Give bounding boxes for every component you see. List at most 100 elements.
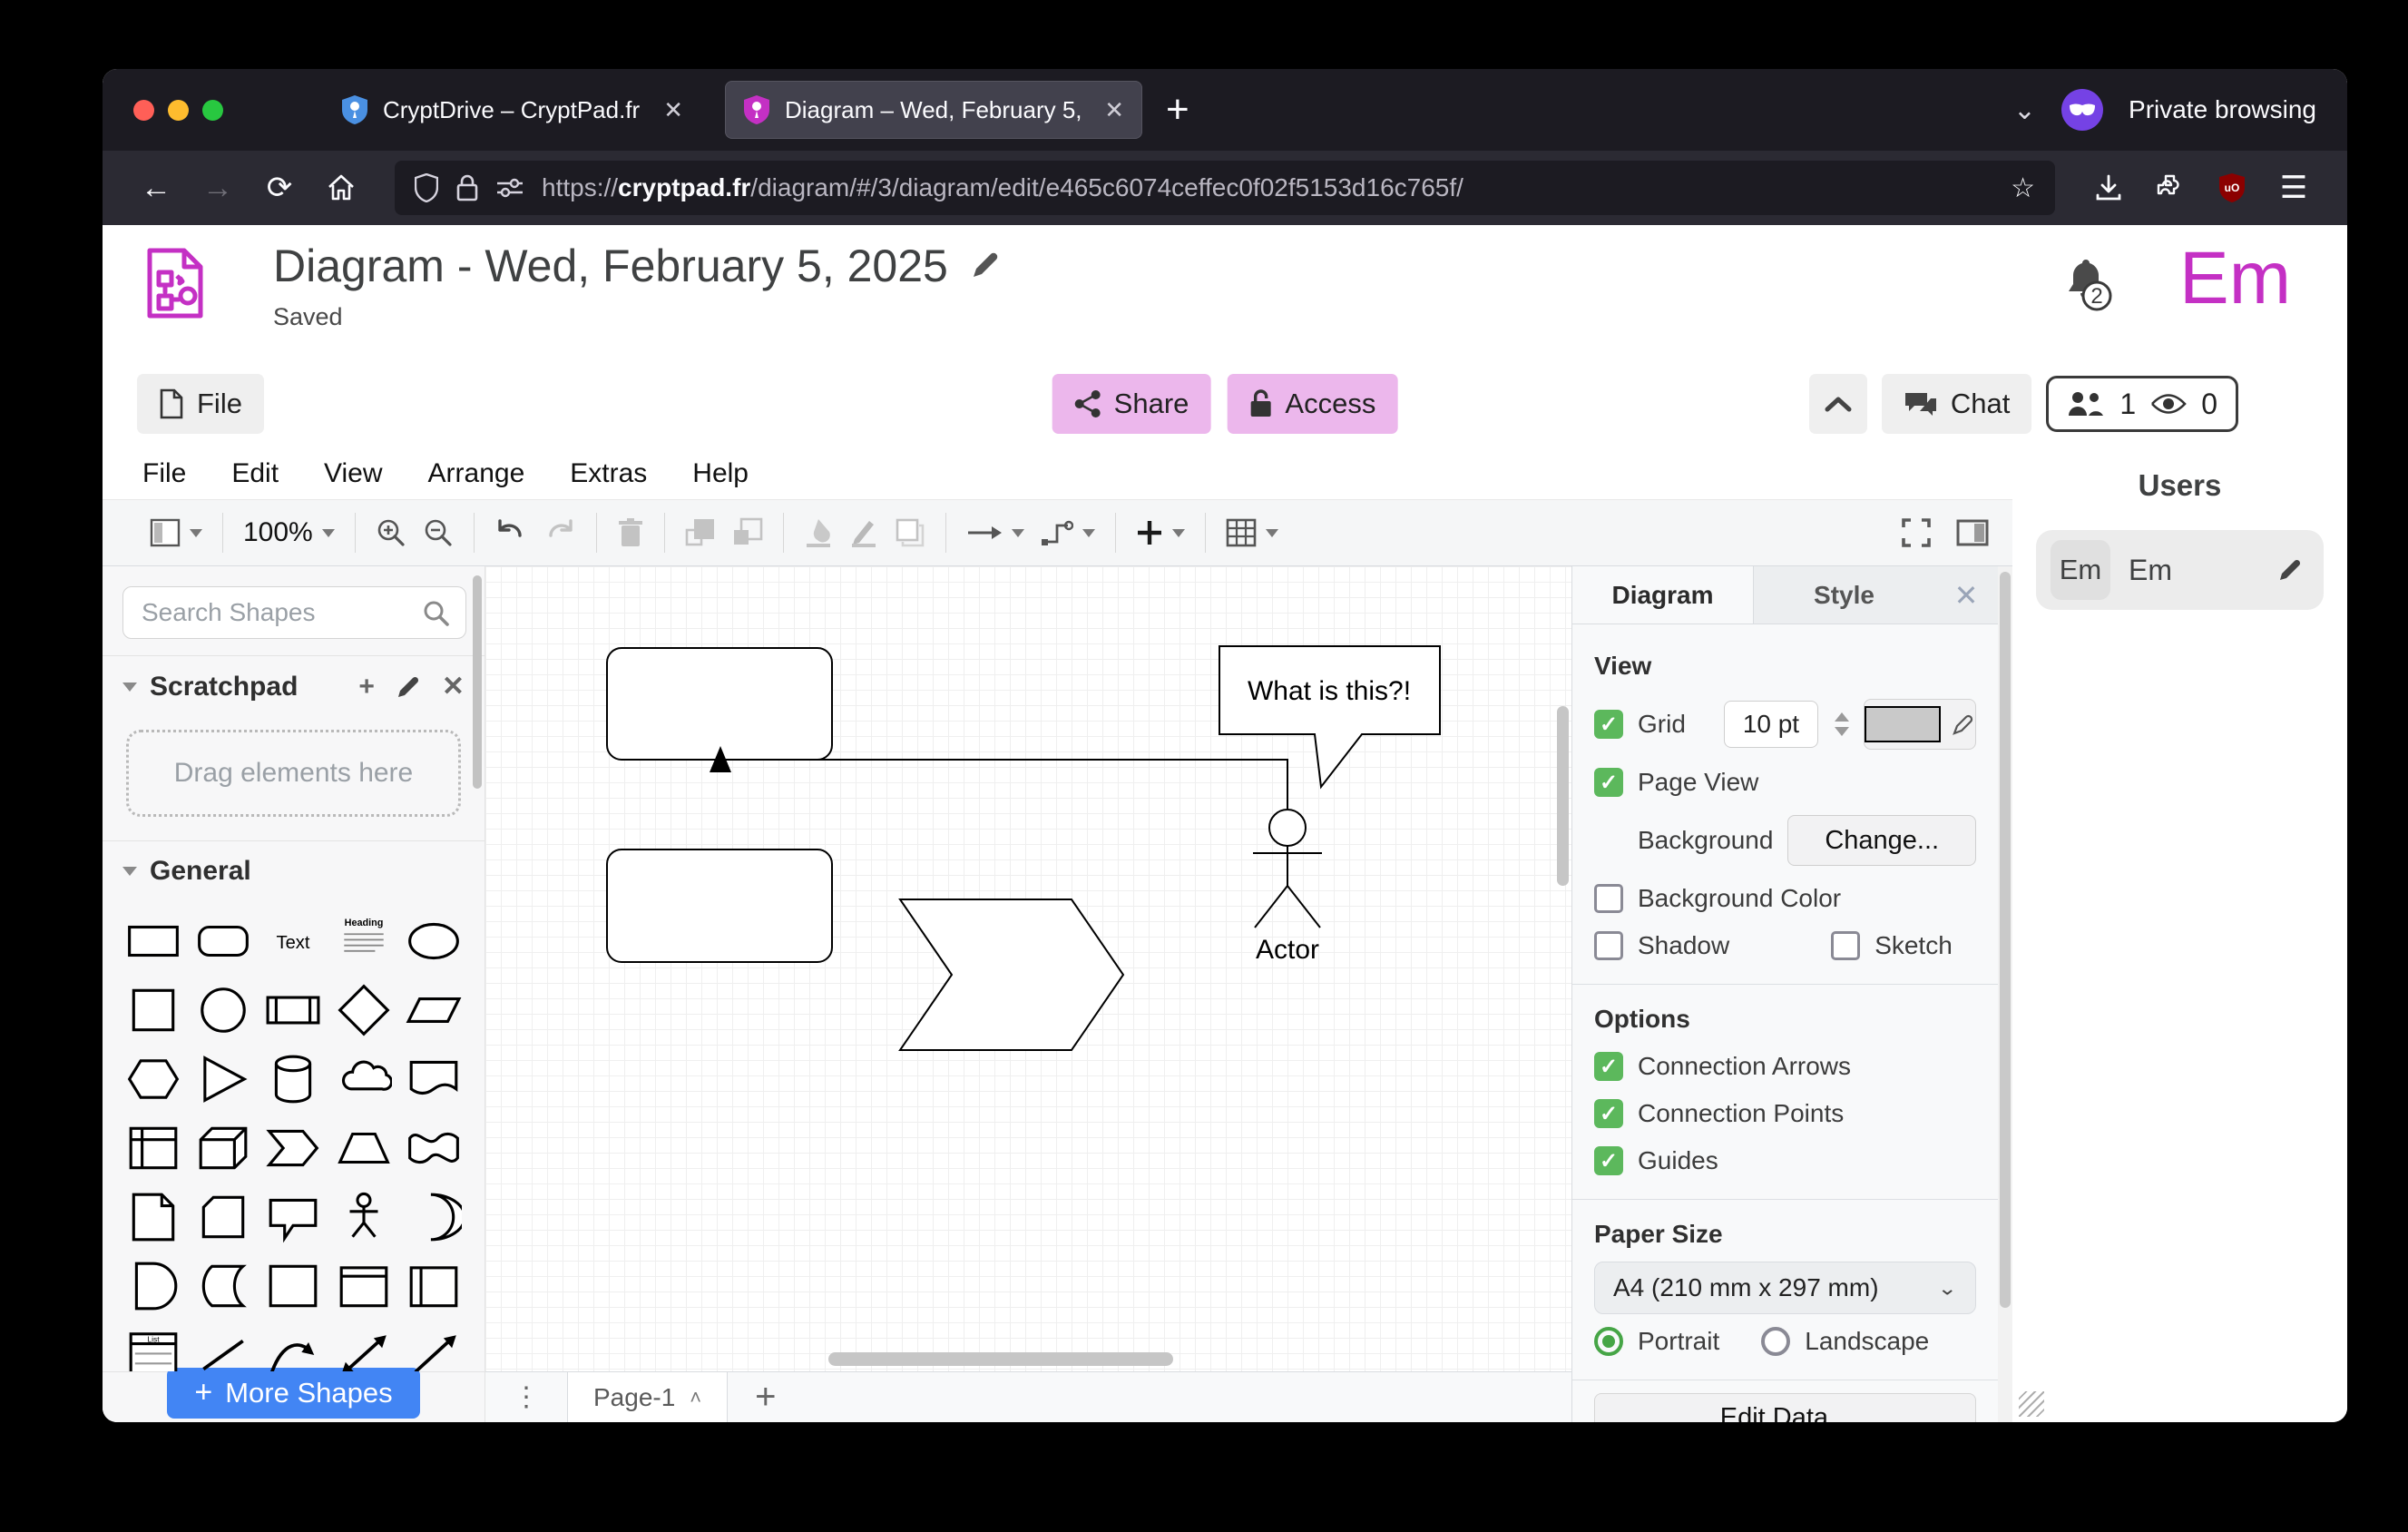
url-text[interactable]: https://cryptpad.fr/diagram/#/3/diagram/…: [542, 173, 1992, 202]
zoom-window-button[interactable]: [202, 100, 223, 121]
shape-parallelogram[interactable]: [400, 977, 468, 1043]
guides-checkbox[interactable]: ✓: [1594, 1146, 1623, 1175]
chat-button[interactable]: Chat: [1882, 374, 2031, 434]
list-tabs-chevron-icon[interactable]: ⌄: [2013, 94, 2036, 126]
back-button[interactable]: ←: [130, 162, 182, 214]
tab-diagram[interactable]: Diagram – Wed, February 5, 202 ✕: [725, 81, 1142, 139]
more-shapes-button[interactable]: + More Shapes: [167, 1368, 419, 1419]
edit-data-button[interactable]: Edit Data...: [1594, 1393, 1976, 1422]
shape-cube[interactable]: [189, 1115, 257, 1181]
shape-vertical-container[interactable]: [329, 1253, 397, 1319]
shape-or[interactable]: [400, 1184, 468, 1250]
forward-button[interactable]: →: [191, 162, 244, 214]
portrait-radio[interactable]: [1594, 1327, 1623, 1356]
shape-curve[interactable]: [259, 1322, 328, 1371]
share-button[interactable]: Share: [1052, 374, 1211, 434]
to-back-button[interactable]: [727, 512, 768, 554]
shape-actor[interactable]: [329, 1184, 397, 1250]
page-tab[interactable]: Page-1 ˄: [567, 1372, 728, 1422]
zoom-in-button[interactable]: [370, 512, 412, 554]
shape-square[interactable]: [119, 977, 187, 1043]
shape-and[interactable]: [119, 1253, 187, 1319]
delete-button[interactable]: [612, 512, 650, 554]
zoom-out-button[interactable]: [417, 512, 459, 554]
to-front-button[interactable]: [680, 512, 721, 554]
connection-style-menu[interactable]: [961, 516, 1030, 549]
menu-view[interactable]: View: [324, 458, 382, 489]
presence-indicator[interactable]: 1 0: [2046, 376, 2238, 432]
shape-horizontal-container[interactable]: [400, 1253, 468, 1319]
shape-heading[interactable]: Heading: [329, 908, 397, 974]
menu-edit[interactable]: Edit: [231, 458, 279, 489]
shape-internal-storage[interactable]: [119, 1115, 187, 1181]
waypoints-menu[interactable]: [1035, 513, 1101, 553]
close-format-panel-icon[interactable]: ✕: [1934, 566, 1998, 624]
shape-link[interactable]: [189, 1322, 257, 1371]
shape-process[interactable]: [259, 977, 328, 1043]
general-collapse-caret-icon[interactable]: [122, 867, 137, 876]
sketch-checkbox[interactable]: [1831, 931, 1860, 960]
shape-callout[interactable]: [259, 1184, 328, 1250]
shadow-button[interactable]: [889, 512, 931, 554]
shape-tape[interactable]: [400, 1115, 468, 1181]
shape-hexagon[interactable]: [119, 1046, 187, 1112]
tracking-protection-shield-icon[interactable]: [415, 173, 438, 202]
tab-cryptdrive[interactable]: CryptDrive – CryptPad.fr ✕: [323, 81, 701, 139]
shape-diamond[interactable]: [329, 977, 397, 1043]
format-panel-toggle-icon[interactable]: [1956, 519, 1989, 546]
menu-arrange[interactable]: Arrange: [428, 458, 525, 489]
shape-triangle[interactable]: [189, 1046, 257, 1112]
shape-list[interactable]: List: [119, 1322, 187, 1371]
menu-file[interactable]: File: [142, 458, 186, 489]
shape-trapezoid[interactable]: [329, 1115, 397, 1181]
home-button[interactable]: [315, 162, 367, 214]
close-tab-icon[interactable]: ✕: [1104, 96, 1124, 124]
connection-points-checkbox[interactable]: ✓: [1594, 1099, 1623, 1128]
paper-size-select[interactable]: A4 (210 mm x 297 mm) ⌄: [1594, 1262, 1976, 1314]
table-menu[interactable]: [1220, 513, 1284, 553]
scratchpad-collapse-caret-icon[interactable]: [122, 683, 137, 692]
scratchpad-close-icon[interactable]: ✕: [442, 671, 465, 702]
scratchpad-add-icon[interactable]: +: [358, 672, 375, 702]
scratchpad-dropzone[interactable]: Drag elements here: [126, 730, 461, 817]
downloads-button[interactable]: [2082, 162, 2135, 214]
menu-help[interactable]: Help: [692, 458, 749, 489]
shape-text[interactable]: Text: [259, 908, 328, 974]
insert-menu[interactable]: [1131, 514, 1190, 552]
undo-button[interactable]: [489, 514, 533, 552]
panel-resize-grip[interactable]: [2019, 1391, 2044, 1417]
shape-document[interactable]: [400, 1046, 468, 1112]
minimize-window-button[interactable]: [168, 100, 189, 121]
rename-pencil-icon[interactable]: [968, 250, 1001, 282]
shape-directional-arrow[interactable]: [400, 1322, 468, 1371]
diagram-canvas[interactable]: What is this?! Actor: [485, 566, 1571, 1371]
window-controls[interactable]: [133, 100, 223, 121]
shape-card[interactable]: [189, 1184, 257, 1250]
fill-color-button[interactable]: [798, 512, 838, 554]
grid-size-input[interactable]: 10 pt: [1724, 701, 1818, 748]
shape-ellipse[interactable]: [400, 908, 468, 974]
extensions-button[interactable]: [2144, 162, 2197, 214]
shape-note[interactable]: [119, 1184, 187, 1250]
user-avatar[interactable]: Em: [2179, 236, 2291, 321]
tab-style-format[interactable]: Style: [1754, 566, 1934, 624]
line-color-button[interactable]: [844, 512, 884, 554]
ublock-origin-button[interactable]: uO: [2206, 162, 2258, 214]
tab-diagram-format[interactable]: Diagram: [1572, 566, 1754, 624]
sidebar-scrollbar[interactable]: [473, 575, 482, 789]
shape-rectangle[interactable]: [119, 908, 187, 974]
page-view-menu[interactable]: [144, 512, 208, 554]
shape-rounded-rectangle[interactable]: [189, 908, 257, 974]
shape-bidirectional-arrow[interactable]: [329, 1322, 397, 1371]
permissions-icon[interactable]: [496, 178, 524, 198]
menu-hamburger-button[interactable]: ☰: [2267, 162, 2320, 214]
landscape-radio[interactable]: [1761, 1327, 1790, 1356]
grid-color-button[interactable]: [1864, 699, 1976, 750]
menu-extras[interactable]: Extras: [570, 458, 647, 489]
close-tab-icon[interactable]: ✕: [663, 96, 683, 124]
shape-cylinder[interactable]: [259, 1046, 328, 1112]
access-button[interactable]: Access: [1227, 374, 1397, 434]
fullscreen-icon[interactable]: [1900, 516, 1933, 549]
page-view-checkbox[interactable]: ✓: [1594, 768, 1623, 797]
background-change-button[interactable]: Change...: [1787, 815, 1976, 866]
